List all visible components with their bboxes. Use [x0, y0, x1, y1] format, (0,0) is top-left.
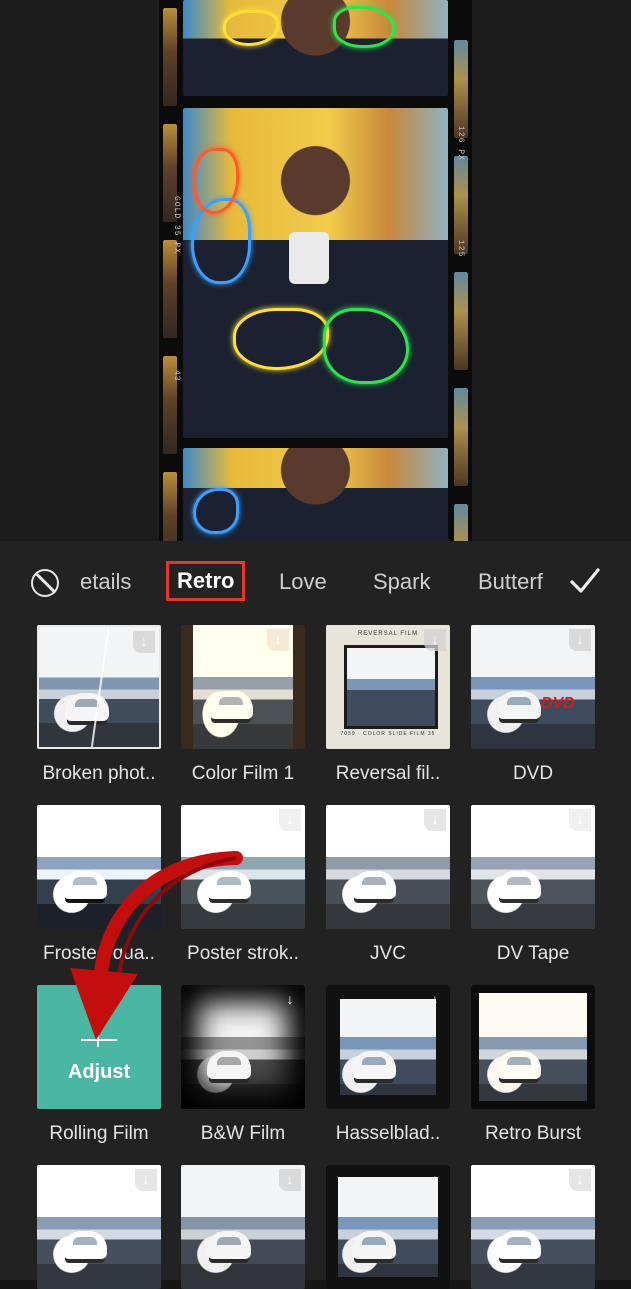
film-edge-text: GOLD 35 PX [172, 196, 181, 255]
download-icon: ↓ [424, 629, 446, 651]
frame-footer: 7059 · COLOR SLIDE FILM 35 [340, 731, 436, 737]
film-frame [183, 448, 448, 541]
effect-thumbnail: ↓ [181, 985, 305, 1109]
film-strip-preview: 126 PX GOLD 35 PX 43 125 [159, 0, 472, 541]
download-icon: ↓ [286, 991, 294, 1007]
effect-label: Broken phot.. [42, 763, 156, 784]
effect-label: Hasselblad.. [335, 1123, 441, 1144]
effect-label: Reversal fil.. [335, 763, 441, 784]
effect-thumbnail: ↓ [326, 805, 450, 929]
download-icon: ↓ [279, 1169, 301, 1191]
effect-label: B&W Film [200, 1123, 286, 1144]
effect-thumbnail: REVERSAL FILM 7059 · COLOR SLIDE FILM 35… [326, 625, 450, 749]
download-icon: ↓ [135, 809, 157, 831]
dvd-logo: DVD [541, 695, 575, 712]
download-icon: ↓ [569, 1169, 591, 1191]
tab-details[interactable]: etails [80, 569, 131, 595]
effect-label: Frosted qua.. [43, 943, 155, 964]
effect-category-tabs: etails Retro Love Spark Butterf [0, 541, 631, 625]
effect-thumbnail: ↓ [181, 805, 305, 929]
effect-label: JVC [370, 943, 406, 964]
effect-label: Rolling Film [49, 1123, 149, 1144]
tab-butterfly[interactable]: Butterf [478, 569, 543, 595]
no-effect-icon[interactable] [31, 569, 59, 597]
film-edge-text: 126 PX [456, 126, 465, 161]
effect-label: Retro Burst [484, 1123, 582, 1144]
adjust-button[interactable]: Adjust [37, 1061, 161, 1084]
download-icon: ↓ [569, 629, 591, 651]
effect-label: Color Film 1 [191, 763, 295, 784]
effect-thumbnail: ↓ [37, 625, 161, 749]
effect-thumbnail: ↓ [471, 985, 595, 1109]
download-icon: ↓ [576, 991, 584, 1007]
tab-spark[interactable]: Spark [373, 569, 430, 595]
effect-thumbnail: ↓ [326, 985, 450, 1109]
checkmark-icon[interactable] [570, 567, 600, 595]
film-frame [183, 108, 448, 438]
effect-thumbnail: ↓ [471, 805, 595, 929]
effects-grid: ↓ Broken phot.. ↓ Color Film 1 REVERSAL … [0, 625, 631, 1289]
download-icon: ↓ [431, 1171, 439, 1187]
download-icon: ↓ [279, 809, 301, 831]
film-perforations-right [450, 0, 472, 541]
download-icon: ↓ [135, 1169, 157, 1191]
film-edge-text: 125 [456, 240, 465, 258]
film-frame [183, 0, 448, 96]
effect-thumbnail: ↓ [37, 805, 161, 929]
effect-label: DV Tape [496, 943, 570, 964]
film-edge-text: 43 [172, 370, 181, 382]
film-perforations-left [159, 0, 181, 541]
adjust-slider-icon [81, 1039, 117, 1041]
effect-label: Poster strok.. [187, 943, 299, 964]
effect-thumbnail: ↓ [37, 1165, 161, 1289]
download-icon: ↓ [133, 631, 155, 653]
effect-thumbnail: ↓ [181, 1165, 305, 1289]
download-icon: ↓ [267, 629, 289, 651]
effect-thumbnail: ↓ [471, 1165, 595, 1289]
tab-retro[interactable]: Retro [166, 561, 246, 601]
download-icon: ↓ [424, 809, 446, 831]
download-icon: ↓ [569, 809, 591, 831]
effect-thumbnail: ↓ [181, 625, 305, 749]
effect-thumbnail: Adjust [37, 985, 161, 1109]
effect-thumbnail: ↓ [326, 1165, 450, 1289]
video-preview[interactable]: 126 PX GOLD 35 PX 43 125 [0, 0, 631, 541]
download-icon: ↓ [431, 991, 439, 1007]
effect-label: DVD [512, 763, 554, 784]
tab-love[interactable]: Love [279, 569, 327, 595]
effect-thumbnail: DVD ↓ [471, 625, 595, 749]
